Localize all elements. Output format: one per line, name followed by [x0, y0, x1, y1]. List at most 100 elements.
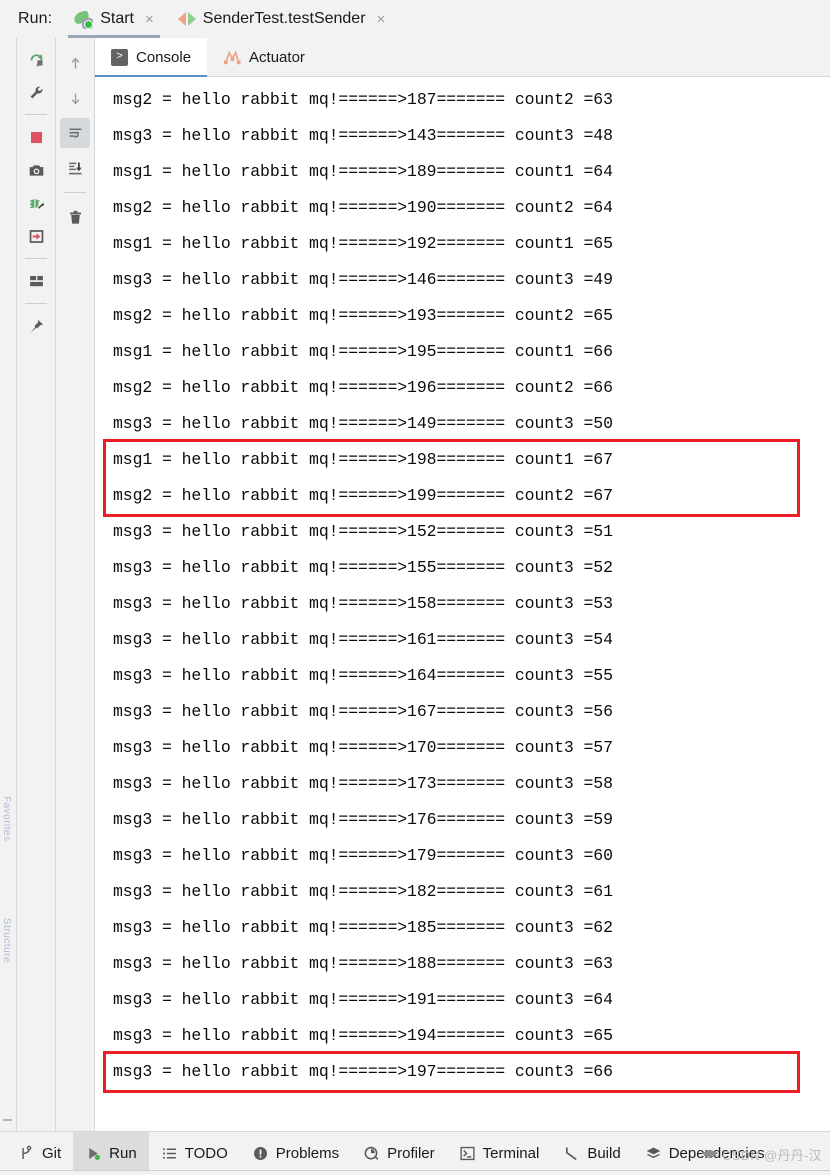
pin-tab-button[interactable] [21, 311, 51, 341]
ide-window: Run: Start × SenderTest.testSender × Fav… [0, 0, 830, 1175]
console-line: msg2 = hello rabbit mq!======>187=======… [113, 90, 613, 109]
tab-actuator[interactable]: Actuator [207, 38, 321, 76]
debug-restart-button[interactable] [21, 188, 51, 218]
console-line: msg1 = hello rabbit mq!======>195=======… [113, 342, 613, 361]
run-tab-start-label: Start [100, 10, 134, 27]
console-output[interactable]: msg2 = hello rabbit mq!======>187=======… [95, 77, 830, 1131]
console-line: msg3 = hello rabbit mq!======>173=======… [113, 774, 613, 793]
console-panel: > Console Actuator msg2 = hello rabbit m… [95, 38, 830, 1131]
toolbar-separator [25, 303, 47, 304]
console-actions-toolbar [56, 38, 95, 1131]
stripe-label-structure[interactable]: Structure [1, 918, 12, 963]
run-label: Run: [18, 10, 53, 27]
console-line: msg3 = hello rabbit mq!======>197=======… [113, 1062, 613, 1081]
window-bottom-edge [0, 1170, 830, 1175]
todo-list-icon [162, 1148, 176, 1159]
soft-wrap-button[interactable] [60, 118, 90, 148]
rerun-icon [29, 53, 42, 66]
console-line: msg3 = hello rabbit mq!======>176=======… [113, 810, 613, 829]
camera-icon [29, 164, 43, 176]
status-item-git[interactable]: Git [0, 1132, 73, 1175]
console-line: msg3 = hello rabbit mq!======>149=======… [113, 414, 613, 433]
terminal-icon [460, 1146, 475, 1161]
console-line: msg2 = hello rabbit mq!======>193=======… [113, 306, 613, 325]
arrow-down-icon [71, 92, 79, 104]
status-item-build[interactable]: Build [551, 1132, 632, 1175]
status-item-profiler-label: Profiler [387, 1145, 435, 1162]
arrow-up-icon [71, 57, 79, 69]
trash-icon [69, 210, 81, 224]
status-item-terminal[interactable]: Terminal [447, 1132, 552, 1175]
actuator-icon [223, 50, 241, 65]
console-line-list: msg2 = hello rabbit mq!======>187=======… [95, 82, 830, 1093]
status-item-run-label: Run [109, 1145, 137, 1162]
status-item-todo-label: TODO [184, 1145, 228, 1162]
status-bar: Git Run TODO Problems Profiler Terminal … [0, 1131, 830, 1175]
console-line: msg2 = hello rabbit mq!======>199=======… [113, 486, 613, 505]
console-tabbar: > Console Actuator [95, 38, 830, 77]
status-item-terminal-label: Terminal [482, 1145, 540, 1162]
rerun-button[interactable] [21, 44, 51, 74]
console-line: msg3 = hello rabbit mq!======>179=======… [113, 846, 613, 865]
layout-icon [29, 275, 43, 286]
print-icon [29, 229, 43, 243]
status-item-git-label: Git [42, 1145, 62, 1162]
scroll-to-end-button[interactable] [60, 153, 90, 183]
tool-window-stripe: Favorites Structure [0, 38, 17, 1131]
tab-actuator-label: Actuator [249, 48, 305, 66]
spring-boot-icon [72, 9, 94, 29]
settings-button[interactable] [21, 77, 51, 107]
up-button[interactable] [60, 48, 90, 78]
junit-run-icon [177, 11, 196, 27]
status-item-problems-label: Problems [275, 1145, 340, 1162]
stop-button[interactable] [21, 122, 51, 152]
profiler-icon [364, 1146, 379, 1160]
trash-button[interactable] [60, 202, 90, 232]
console-line: msg3 = hello rabbit mq!======>158=======… [113, 594, 613, 613]
down-button[interactable] [60, 83, 90, 113]
print-button[interactable] [21, 221, 51, 251]
bug-arrow-icon [29, 197, 44, 209]
build-hammer-icon [566, 1147, 578, 1161]
close-icon[interactable]: × [377, 12, 386, 27]
run-play-icon [89, 1147, 101, 1160]
screenshot-button[interactable] [21, 155, 51, 185]
console-line: msg3 = hello rabbit mq!======>161=======… [113, 630, 613, 649]
tab-console-label: Console [136, 48, 192, 66]
stripe-label-favorites[interactable]: Favorites [1, 796, 12, 842]
console-line: msg3 = hello rabbit mq!======>146=======… [113, 270, 613, 289]
status-item-dependencies[interactable]: Dependencies [633, 1132, 777, 1175]
tab-console[interactable]: > Console [95, 38, 208, 77]
git-branch-icon [22, 1145, 32, 1160]
run-tab-sendertest-label: SenderTest.testSender [202, 10, 366, 27]
run-tab-start[interactable]: Start × [62, 0, 166, 38]
soft-wrap-icon [69, 127, 81, 138]
console-line: msg3 = hello rabbit mq!======>188=======… [113, 954, 613, 973]
status-item-problems[interactable]: Problems [240, 1132, 351, 1175]
console-line: msg3 = hello rabbit mq!======>152=======… [113, 522, 613, 541]
stripe-grip-icon [3, 1119, 12, 1127]
console-line: msg3 = hello rabbit mq!======>194=======… [113, 1026, 613, 1045]
stop-square-icon [30, 131, 42, 143]
console-line: msg3 = hello rabbit mq!======>167=======… [113, 702, 613, 721]
wrench-icon [30, 86, 42, 98]
console-line: msg2 = hello rabbit mq!======>190=======… [113, 198, 613, 217]
console-line: msg3 = hello rabbit mq!======>182=======… [113, 882, 613, 901]
status-item-todo[interactable]: TODO [149, 1132, 240, 1175]
console-line: msg3 = hello rabbit mq!======>170=======… [113, 738, 613, 757]
console-line: msg1 = hello rabbit mq!======>189=======… [113, 162, 613, 181]
console-line: msg3 = hello rabbit mq!======>143=======… [113, 126, 613, 145]
close-icon[interactable]: × [145, 12, 154, 27]
layout-button[interactable] [21, 266, 51, 296]
status-item-run[interactable]: Run [73, 1132, 149, 1175]
problems-icon [253, 1147, 267, 1160]
toolbar-separator [25, 258, 47, 259]
run-tabbar: Run: Start × SenderTest.testSender × [0, 0, 830, 38]
console-line: msg3 = hello rabbit mq!======>155=======… [113, 558, 613, 577]
pin-icon [29, 319, 43, 333]
toolbar-separator [64, 192, 86, 193]
console-line: msg3 = hello rabbit mq!======>185=======… [113, 918, 613, 937]
console-icon: > [111, 48, 128, 66]
status-item-profiler[interactable]: Profiler [351, 1132, 447, 1175]
run-tab-sendertest[interactable]: SenderTest.testSender × [166, 0, 398, 38]
